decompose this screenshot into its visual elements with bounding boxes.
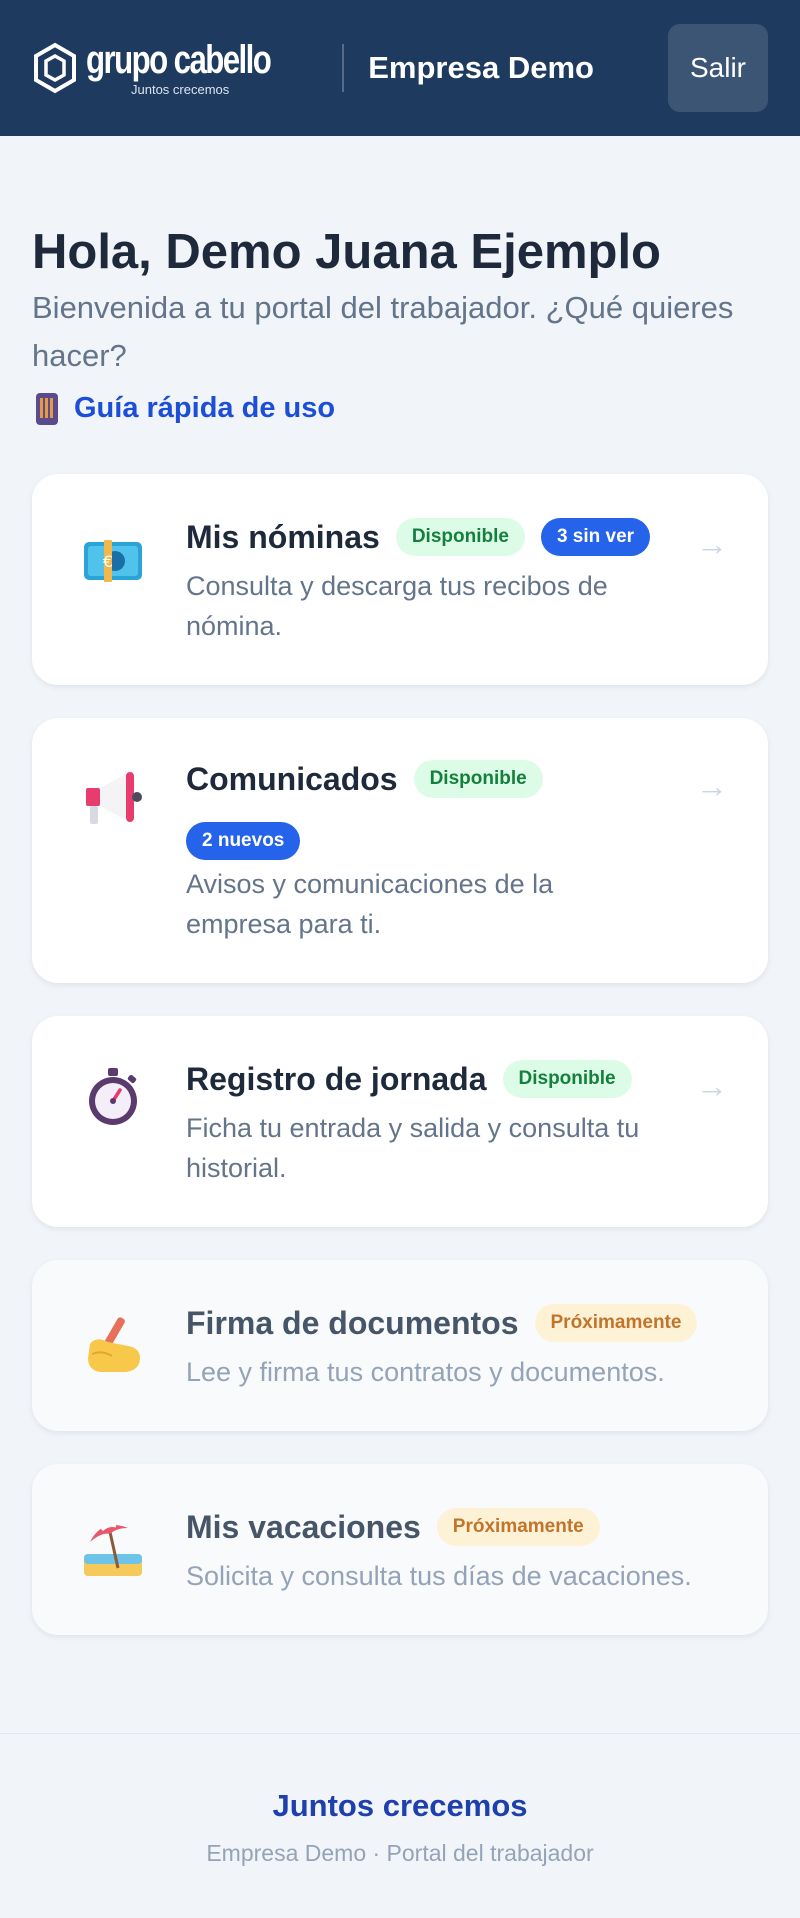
megaphone-icon: [86, 772, 142, 824]
quick-guide-label: Guía rápida de uso: [74, 392, 336, 424]
page-footer: Juntos crecemos Empresa Demo · Portal de…: [0, 1733, 800, 1918]
page-subtitle: Bienvenida a tu portal del trabajador. ¿…: [32, 290, 734, 373]
logo-name: grupo cabello: [86, 37, 272, 82]
beach-umbrella-icon: [84, 1524, 142, 1576]
card-title: Firma de documentos: [186, 1304, 519, 1341]
card-title: Mis nóminas: [186, 518, 380, 555]
card-description: Ficha tu entrada y salida y consulta tu …: [186, 1113, 640, 1183]
card-description: Avisos y comunicaciones de la empresa pa…: [186, 869, 554, 939]
writing-hand-icon: [88, 1317, 140, 1372]
header-divider: [342, 44, 345, 92]
card-comunicados[interactable]: Comunicados Disponible 2 nuevos Avisos y…: [32, 718, 768, 983]
money-icon: €: [84, 540, 142, 582]
app-header: grupo cabello Juntos crecemos Empresa De…: [0, 0, 800, 136]
status-badge: Disponible: [413, 760, 543, 798]
arrow-right-icon: →: [696, 1068, 728, 1104]
arrow-right-icon: →: [696, 526, 728, 562]
footer-subtitle: Empresa Demo · Portal del trabajador: [206, 1840, 594, 1866]
card-title: Registro de jornada: [186, 1060, 487, 1097]
footer-title: Juntos crecemos: [272, 1788, 528, 1823]
quick-guide-link[interactable]: Guía rápida de uso: [36, 392, 335, 425]
new-count-badge: 2 nuevos: [186, 822, 301, 860]
card-firma-documentos: Firma de documentos Próximamente Lee y f…: [32, 1260, 768, 1431]
card-nominas[interactable]: € Mis nóminas Disponible 3 sin ver Consu…: [32, 474, 768, 685]
card-title: Comunicados: [186, 760, 398, 797]
arrow-right-icon: →: [696, 768, 728, 804]
greeting-section: Hola, Demo Juana Ejemplo Bienvenida a tu…: [32, 222, 772, 380]
card-vacaciones: Mis vacaciones Próximamente Solicita y c…: [32, 1464, 768, 1635]
logo-tagline: Juntos crecemos: [131, 81, 230, 97]
card-description: Lee y firma tus contratos y documentos.: [186, 1357, 665, 1387]
hexagon-logo-icon: [34, 42, 76, 94]
card-description: Consulta y descarga tus recibos de nómin…: [186, 571, 608, 641]
brand-logo[interactable]: grupo cabello Juntos crecemos: [32, 40, 322, 97]
page-title: Hola, Demo Juana Ejemplo: [32, 225, 661, 279]
status-badge: Próximamente: [436, 1508, 600, 1546]
logout-button[interactable]: Salir: [668, 24, 768, 112]
status-badge: Disponible: [502, 1060, 632, 1098]
status-badge: Disponible: [395, 518, 525, 556]
card-title: Mis vacaciones: [186, 1508, 421, 1545]
company-name: Empresa Demo: [368, 50, 594, 85]
status-badge: Próximamente: [534, 1304, 698, 1342]
card-description: Solicita y consulta tus días de vacacion…: [186, 1561, 692, 1591]
unread-count-badge: 3 sin ver: [540, 518, 651, 556]
svg-text:€: €: [103, 552, 113, 571]
stopwatch-icon: [89, 1068, 137, 1125]
card-registro-jornada[interactable]: Registro de jornada Disponible Ficha tu …: [32, 1016, 768, 1227]
mobile-phone-icon: [36, 392, 58, 425]
